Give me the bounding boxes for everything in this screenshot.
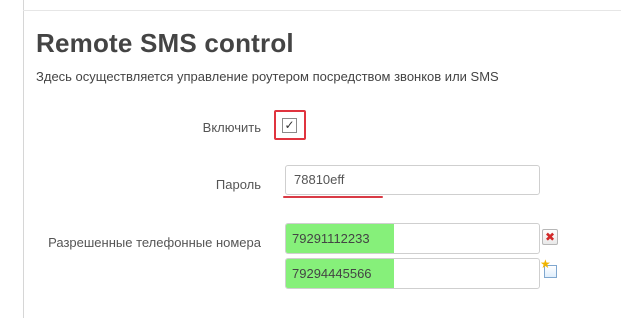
- phones-label: Разрешенные телефонные номера: [48, 235, 261, 250]
- password-label: Пароль: [215, 177, 261, 192]
- password-underline-annotation: [283, 196, 383, 198]
- enable-label: Включить: [202, 120, 261, 135]
- remove-phone-icon[interactable]: ✖: [542, 229, 558, 245]
- password-input[interactable]: 78810eff: [285, 165, 540, 195]
- phone-input-1[interactable]: 79291112233: [285, 223, 540, 254]
- panel-border-left: [23, 0, 24, 318]
- phone-input-2[interactable]: 79294445566: [285, 258, 540, 289]
- password-value: 78810eff: [294, 172, 345, 187]
- page-description: Здесь осуществляется управление роутером…: [36, 69, 499, 84]
- checkmark-icon: ✓: [284, 118, 295, 132]
- add-icon-star: ★: [540, 257, 551, 271]
- phone-value-2: 79294445566: [292, 266, 372, 281]
- panel-border-top: [23, 10, 621, 11]
- remove-icon-glyph: ✖: [544, 230, 556, 244]
- add-phone-icon[interactable]: ★: [540, 258, 558, 278]
- enable-checkbox[interactable]: ✓: [282, 118, 297, 133]
- page-title: Remote SMS control: [36, 28, 294, 58]
- phone-value-1: 79291112233: [292, 231, 370, 246]
